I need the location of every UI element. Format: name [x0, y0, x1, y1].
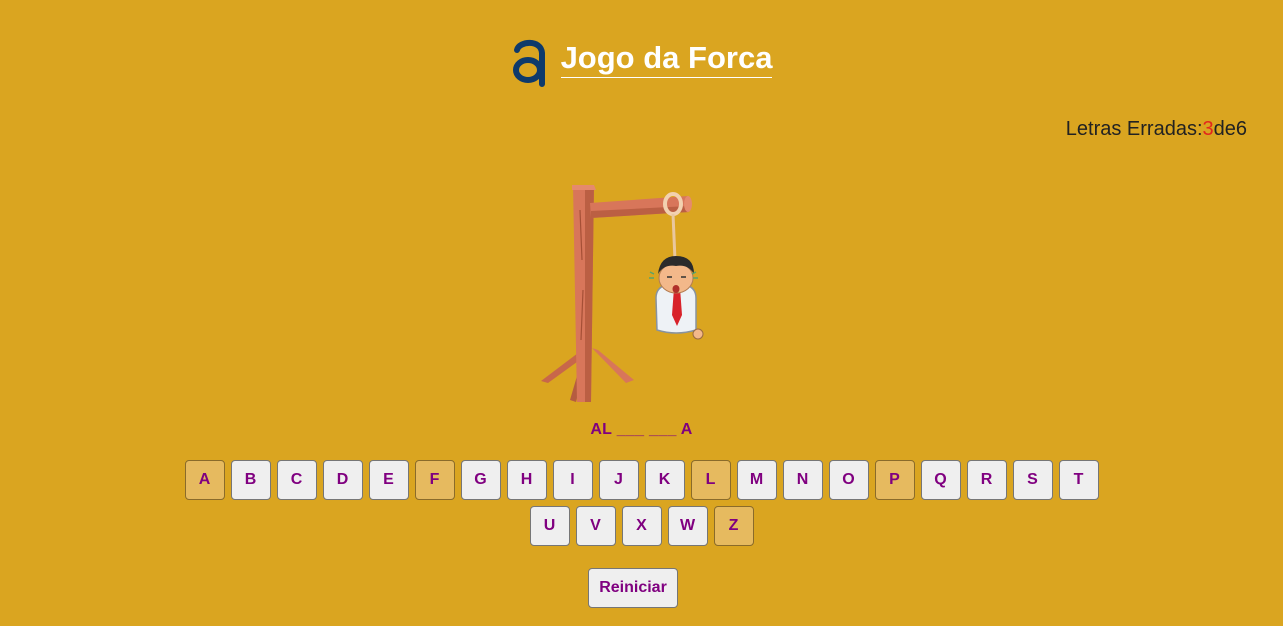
letter-key-w[interactable]: W	[667, 506, 708, 546]
letter-key-p[interactable]: P	[874, 460, 915, 500]
hangman-page: Jogo da Forca Letras Erradas:3de6 AL ___…	[0, 0, 1283, 626]
page-title[interactable]: Jogo da Forca	[560, 40, 773, 78]
letter-key-t[interactable]: T	[1058, 460, 1099, 500]
letter-key-b[interactable]: B	[230, 460, 271, 500]
wrong-separator: de	[1213, 118, 1236, 140]
letter-key-e[interactable]: E	[368, 460, 409, 500]
wrong-count: 3	[1202, 118, 1214, 140]
letter-key-o[interactable]: O	[828, 460, 869, 500]
hanged-man	[649, 256, 704, 340]
letter-key-d[interactable]: D	[322, 460, 363, 500]
letter-key-x[interactable]: X	[621, 506, 662, 546]
letter-key-m[interactable]: M	[736, 460, 777, 500]
letter-key-a[interactable]: A	[184, 460, 225, 500]
letter-key-v[interactable]: V	[575, 506, 616, 546]
letter-key-c[interactable]: C	[276, 460, 317, 500]
keyboard-row-2: UVXWZ	[0, 506, 1283, 546]
letter-key-s[interactable]: S	[1012, 460, 1053, 500]
gallows-figure	[541, 185, 704, 402]
a-logo-icon	[512, 39, 545, 87]
max-wrong: 6	[1235, 118, 1247, 140]
letter-key-f[interactable]: F	[414, 460, 455, 500]
letter-key-k[interactable]: K	[644, 460, 685, 500]
letter-key-g[interactable]: G	[460, 460, 501, 500]
wrong-letters-label: Letras Erradas:	[1065, 118, 1203, 140]
letter-key-u[interactable]: U	[529, 506, 570, 546]
letter-key-h[interactable]: H	[506, 460, 547, 500]
letter-key-i[interactable]: I	[552, 460, 593, 500]
letter-key-q[interactable]: Q	[920, 460, 961, 500]
gallows-post	[573, 185, 594, 402]
restart-button[interactable]: Reiniciar	[588, 568, 678, 608]
wrong-letters-counter: Letras Erradas:3de6	[1066, 118, 1247, 141]
letter-key-l[interactable]: L	[690, 460, 731, 500]
keyboard-row-1: ABCDEFGHIJKLMNOPQRST	[0, 460, 1283, 500]
letter-key-r[interactable]: R	[966, 460, 1007, 500]
letter-key-n[interactable]: N	[782, 460, 823, 500]
letter-key-z[interactable]: Z	[713, 506, 754, 546]
letter-key-j[interactable]: J	[598, 460, 639, 500]
hidden-word: AL ___ ___ A	[590, 421, 693, 438]
letter-keyboard: ABCDEFGHIJKLMNOPQRST UVXWZ	[0, 460, 1283, 552]
header: Jogo da Forca	[0, 36, 1283, 88]
